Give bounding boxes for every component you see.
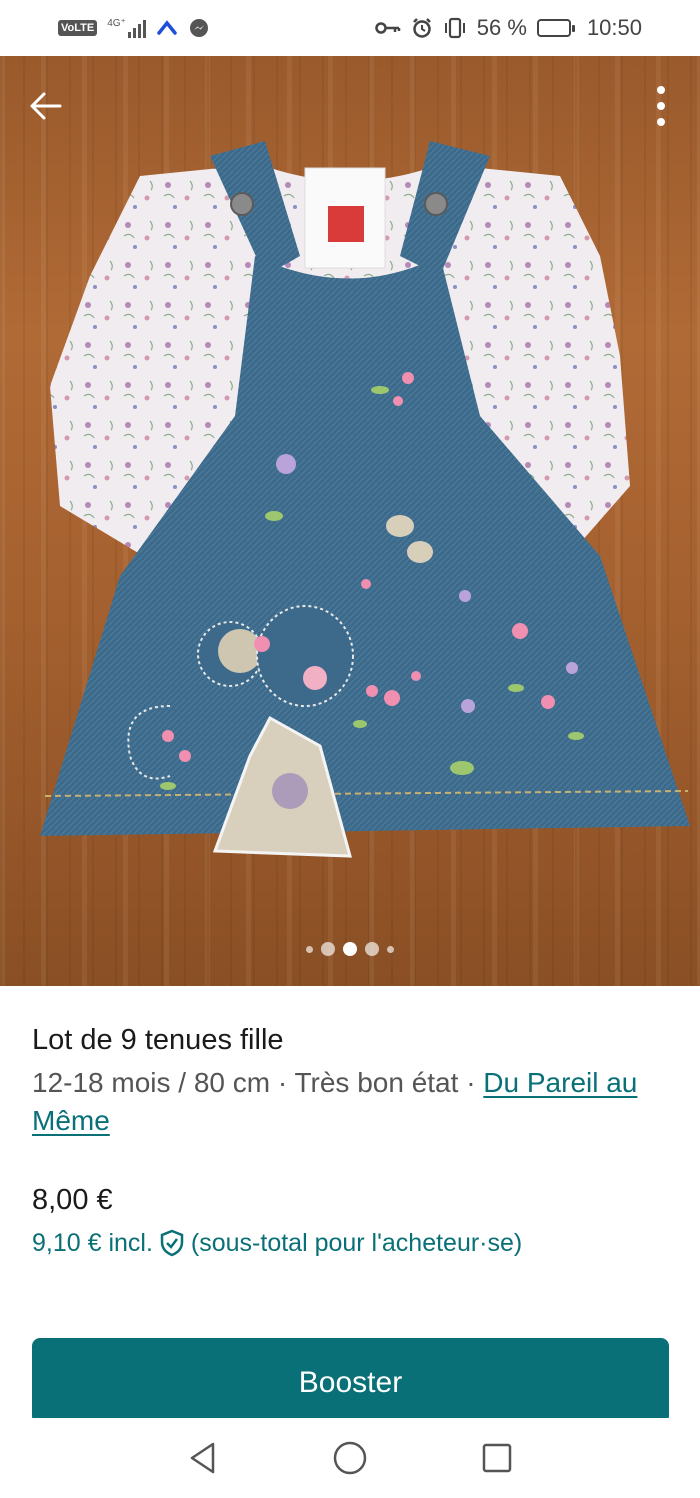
booster-button[interactable]: Booster (32, 1338, 669, 1424)
status-bar: VoLTE 4G⁺ 56 % 10:50 (0, 0, 700, 56)
product-info: Lot de 9 tenues fille 12-18 mois / 80 cm… (32, 1020, 668, 1260)
price: 8,00 € (32, 1184, 113, 1216)
arrow-left-icon (30, 92, 62, 120)
app-notification-icon (157, 20, 177, 35)
status-left: VoLTE 4G⁺ (58, 17, 210, 39)
vibrate-icon (444, 17, 465, 39)
carousel-dot[interactable] (387, 945, 394, 953)
circle-home-icon[interactable] (332, 1440, 368, 1476)
carousel-dots (0, 942, 700, 956)
product-meta: 12-18 mois / 80 cm · Très bon état · Du … (32, 1064, 668, 1140)
clock: 10:50 (586, 15, 642, 40)
battery-icon (536, 19, 575, 37)
size-condition-text: 12-18 mois / 80 cm · Très bon état · (32, 1067, 484, 1098)
alarm-icon (412, 18, 431, 38)
carousel-dot[interactable] (365, 942, 379, 956)
volte-badge: VoLTE (58, 20, 98, 36)
triangle-back-icon[interactable] (187, 1441, 219, 1475)
network-type: 4G⁺ (107, 18, 126, 29)
battery-percent: 56 % (476, 15, 527, 40)
price-incl-amount: 9,10 € incl. (32, 1229, 153, 1257)
signal-icon: 4G⁺ (107, 18, 146, 38)
square-recent-icon[interactable] (481, 1442, 513, 1474)
back-button[interactable] (24, 84, 68, 128)
messenger-icon (189, 19, 208, 37)
product-photo-carousel[interactable] (0, 56, 700, 986)
price-incl-note: (sous-total pour l'acheteur·se) (190, 1229, 523, 1257)
carousel-dot-active[interactable] (343, 942, 357, 956)
product-title: Lot de 9 tenues fille (32, 1024, 284, 1056)
system-navigation-bar (0, 1418, 700, 1498)
buyer-protection-price[interactable]: 9,10 € incl. (sous-total pour l'acheteur… (32, 1226, 668, 1260)
carousel-dot[interactable] (321, 942, 335, 956)
more-options-button[interactable] (646, 84, 676, 128)
carousel-dot[interactable] (306, 945, 313, 953)
status-right: 56 % 10:50 (375, 15, 642, 41)
more-vertical-icon (657, 86, 665, 126)
shield-check-icon (160, 1229, 184, 1257)
key-icon (375, 22, 401, 34)
product-photo (40, 141, 690, 858)
